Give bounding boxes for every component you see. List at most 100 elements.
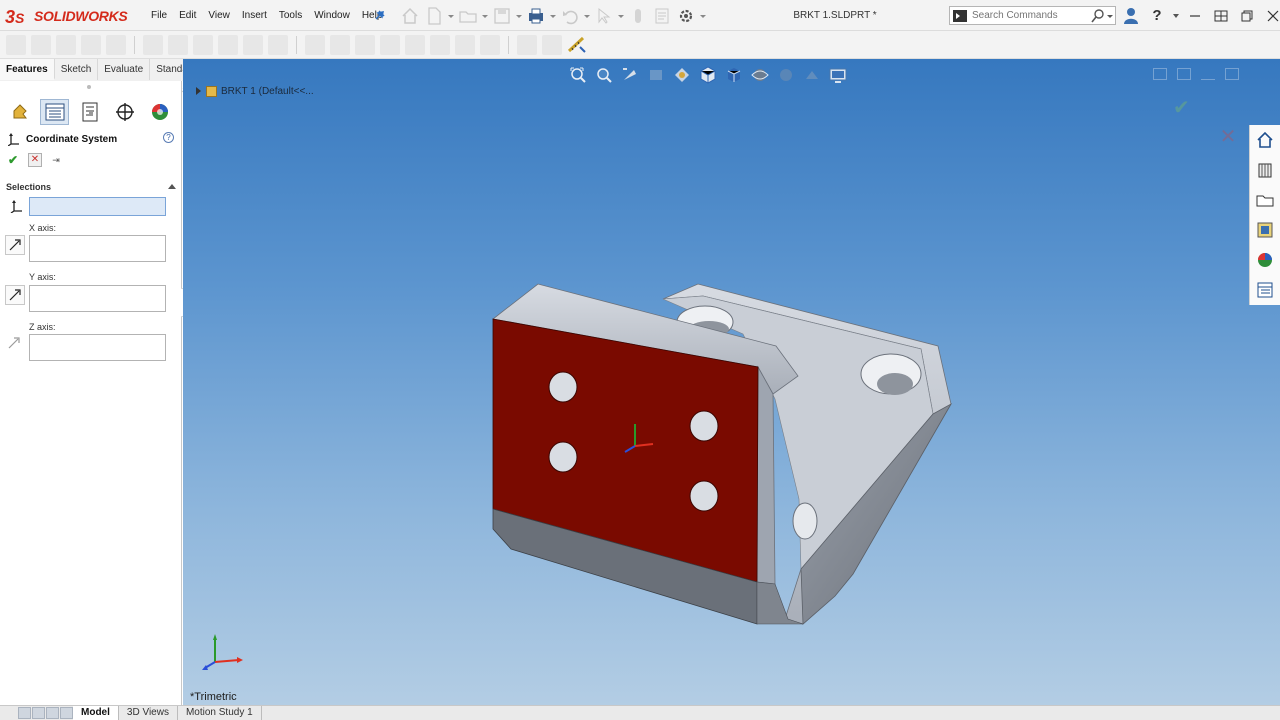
section-view-icon[interactable]	[646, 65, 666, 85]
tab-features[interactable]: Features	[0, 59, 55, 80]
help-dropdown-icon[interactable]	[1172, 5, 1180, 27]
mirror-icon[interactable]	[480, 34, 500, 55]
lofted-boss-icon[interactable]	[81, 34, 101, 55]
view-orientation-icon[interactable]	[698, 65, 718, 85]
design-library-icon[interactable]	[1256, 161, 1274, 179]
home-icon[interactable]	[1256, 131, 1274, 149]
z-axis-reverse-button[interactable]	[5, 334, 25, 354]
panel-grip[interactable]	[87, 85, 91, 89]
save-dropdown-icon[interactable]	[516, 6, 522, 26]
revolved-boss-icon[interactable]	[31, 34, 51, 55]
search-icon[interactable]	[1090, 8, 1106, 24]
options-gear-icon[interactable]	[676, 6, 696, 26]
reference-geometry-icon[interactable]	[517, 34, 537, 55]
solidworks-logo[interactable]: 3 S SOLIDWORKS	[4, 3, 128, 28]
ok-button[interactable]: ✔	[6, 153, 20, 167]
new-document-icon[interactable]	[424, 6, 444, 26]
select-dropdown-icon[interactable]	[618, 6, 624, 26]
view-palette-icon[interactable]	[1256, 221, 1274, 239]
previous-view-icon[interactable]	[620, 65, 640, 85]
keep-visible-pushpin-button[interactable]: ⇥	[50, 153, 62, 167]
file-explorer-icon[interactable]	[1256, 191, 1274, 209]
select-arrow-icon[interactable]	[594, 6, 614, 26]
view-settings-icon[interactable]	[828, 65, 848, 85]
search-dropdown-icon[interactable]	[1106, 8, 1114, 24]
intersect-icon[interactable]	[455, 34, 475, 55]
collapse-chevron-icon[interactable]	[168, 183, 176, 191]
rib-icon[interactable]	[355, 34, 375, 55]
viewport-split-icon[interactable]	[1153, 68, 1167, 80]
menu-view[interactable]: View	[202, 10, 236, 21]
save-icon[interactable]	[492, 6, 512, 26]
fillet-icon[interactable]	[305, 34, 325, 55]
menu-tools[interactable]: Tools	[273, 10, 308, 21]
confirmation-corner-cancel-icon[interactable]: ✕	[1216, 125, 1240, 149]
wrap-icon[interactable]	[430, 34, 450, 55]
property-manager-icon[interactable]	[40, 99, 69, 125]
viewport-minimize-icon[interactable]	[1201, 68, 1215, 80]
configuration-manager-icon[interactable]	[75, 99, 104, 125]
help-question-icon[interactable]: ?	[1146, 5, 1168, 27]
open-folder-icon[interactable]	[458, 6, 478, 26]
graphics-area[interactable]: BRKT 1 (Default<<... ✔ ✕ *Trimetric	[183, 59, 1280, 705]
undo-icon[interactable]	[560, 6, 580, 26]
viewport-close-icon[interactable]	[1249, 68, 1263, 80]
y-axis-reverse-button[interactable]	[5, 285, 25, 305]
display-manager-icon[interactable]	[145, 99, 174, 125]
extruded-cut-icon[interactable]	[143, 34, 163, 55]
edit-appearance-icon[interactable]	[776, 65, 796, 85]
shell-icon[interactable]	[405, 34, 425, 55]
bracket-3d-model[interactable]	[483, 274, 963, 634]
linear-pattern-icon[interactable]	[330, 34, 350, 55]
menu-window[interactable]: Window	[308, 10, 356, 21]
draft-icon[interactable]	[380, 34, 400, 55]
zoom-to-fit-icon[interactable]	[568, 65, 588, 85]
zoom-to-area-icon[interactable]	[594, 65, 614, 85]
confirmation-corner-ok-icon[interactable]: ✔	[1173, 95, 1195, 119]
revolved-cut-icon[interactable]	[193, 34, 213, 55]
scroll-prev-icon[interactable]	[32, 706, 45, 719]
file-properties-icon[interactable]	[652, 6, 672, 26]
dynamic-annotation-icon[interactable]	[672, 65, 692, 85]
hide-show-items-icon[interactable]	[750, 65, 770, 85]
tab-motion-study[interactable]: Motion Study 1	[178, 705, 262, 720]
pin-menu-icon[interactable]	[374, 9, 386, 21]
y-axis-selection-field[interactable]	[29, 285, 166, 312]
expand-arrow-icon[interactable]	[196, 87, 202, 95]
tile-windows-icon[interactable]	[1210, 5, 1232, 27]
curves-icon[interactable]	[542, 34, 562, 55]
display-style-icon[interactable]	[724, 65, 744, 85]
appearances-icon[interactable]	[1256, 251, 1274, 269]
z-axis-selection-field[interactable]	[29, 334, 166, 361]
scroll-first-icon[interactable]	[18, 706, 31, 719]
swept-cut-icon[interactable]	[218, 34, 238, 55]
search-scope-icon[interactable]	[953, 9, 967, 22]
feature-tree-flyout[interactable]: BRKT 1 (Default<<...	[196, 83, 314, 99]
custom-properties-icon[interactable]	[1256, 281, 1274, 299]
undo-dropdown-icon[interactable]	[584, 6, 590, 26]
origin-selection-field[interactable]	[29, 197, 166, 216]
extruded-boss-icon[interactable]	[6, 34, 26, 55]
cancel-button[interactable]: ✕	[28, 153, 42, 167]
viewport-restore-icon[interactable]	[1225, 68, 1239, 80]
tab-sketch[interactable]: Sketch	[55, 59, 99, 80]
x-axis-reverse-button[interactable]	[5, 235, 25, 255]
help-icon[interactable]: ?	[163, 132, 174, 143]
boundary-cut-icon[interactable]	[268, 34, 288, 55]
close-icon[interactable]	[1262, 5, 1280, 27]
print-icon[interactable]	[526, 6, 546, 26]
search-input[interactable]	[972, 10, 1090, 21]
menu-file[interactable]: File	[145, 10, 173, 21]
print-dropdown-icon[interactable]	[550, 6, 556, 26]
user-account-icon[interactable]	[1120, 5, 1142, 27]
viewport-link-icon[interactable]	[1177, 68, 1191, 80]
lofted-cut-icon[interactable]	[243, 34, 263, 55]
tab-evaluate[interactable]: Evaluate	[98, 59, 151, 80]
apply-scene-icon[interactable]	[802, 65, 822, 85]
options-dropdown-icon[interactable]	[700, 6, 706, 26]
open-dropdown-icon[interactable]	[482, 6, 488, 26]
swept-boss-icon[interactable]	[56, 34, 76, 55]
tab-model[interactable]: Model	[73, 705, 119, 720]
rebuild-icon[interactable]	[628, 6, 648, 26]
boundary-boss-icon[interactable]	[106, 34, 126, 55]
